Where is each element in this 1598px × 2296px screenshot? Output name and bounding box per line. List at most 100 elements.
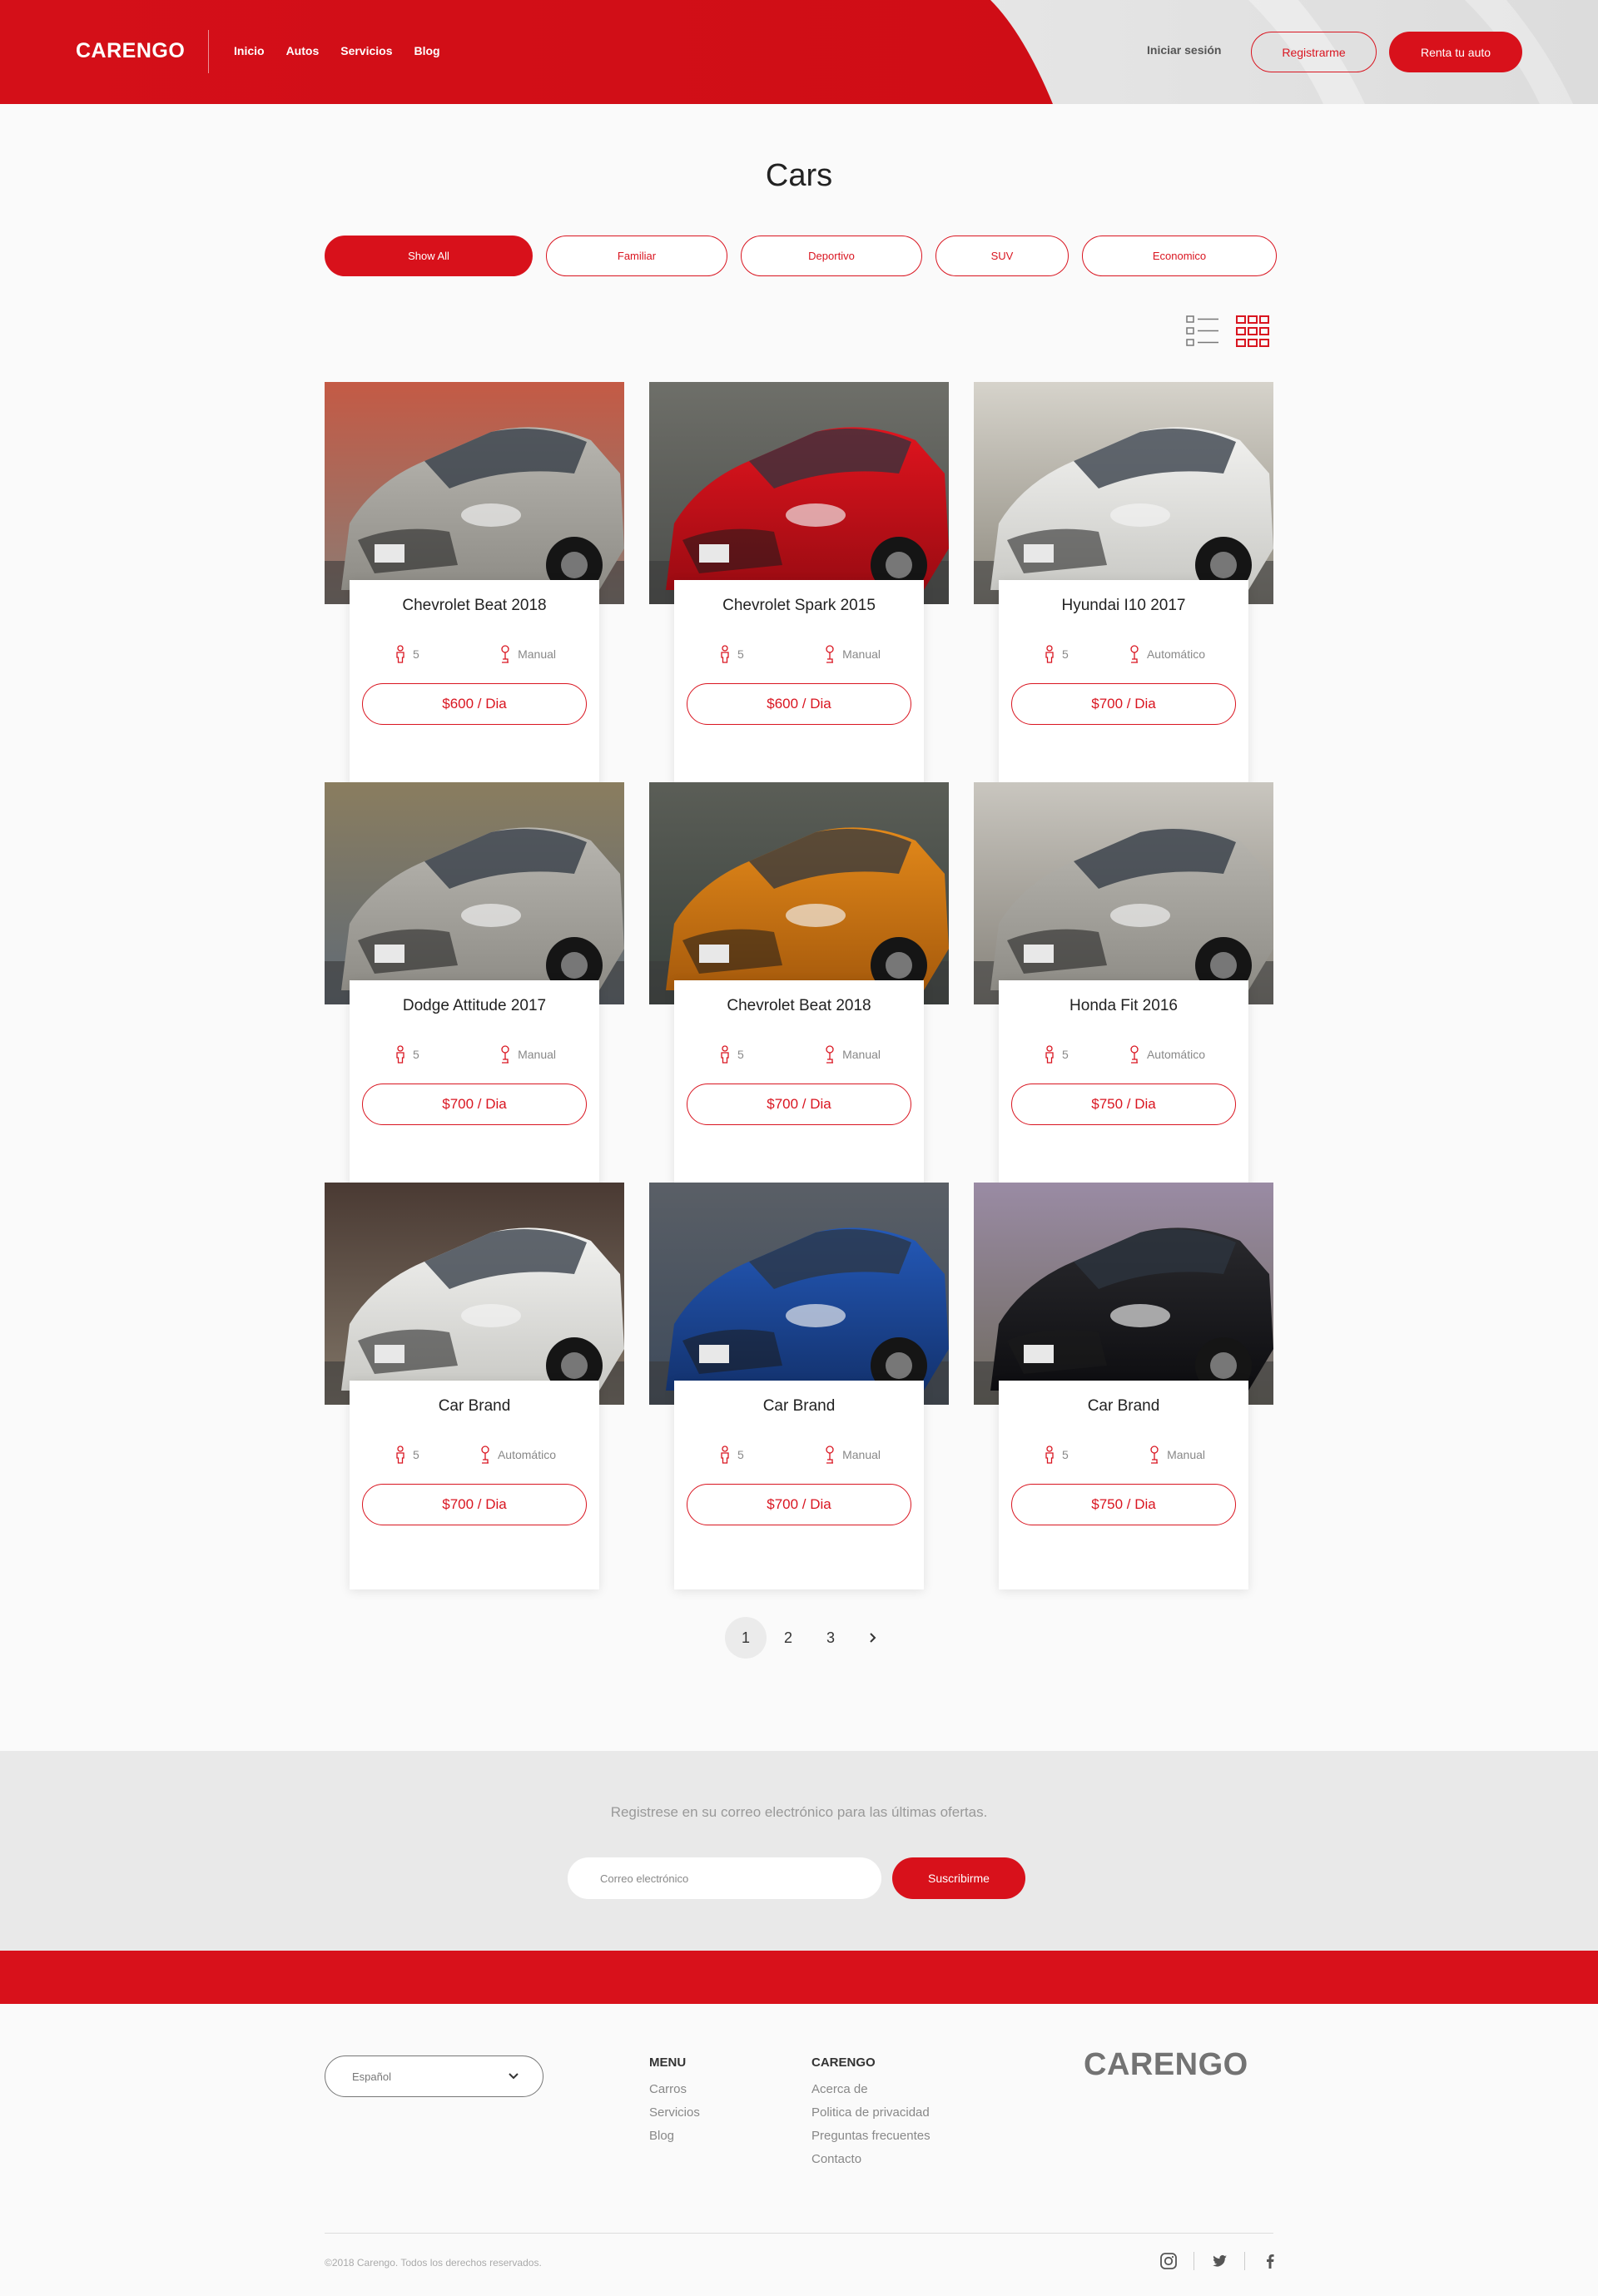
car-photo[interactable] [649, 1183, 949, 1405]
page-1[interactable]: 1 [725, 1617, 767, 1659]
gearshift-icon [826, 1045, 834, 1064]
seats-spec: 5 [719, 645, 744, 663]
seats-spec: 5 [1044, 1446, 1069, 1464]
car-image [974, 382, 1273, 604]
price-button[interactable]: $600 / Dia [362, 683, 587, 725]
transmission-spec: Manual [1149, 1446, 1205, 1464]
page-2[interactable]: 2 [767, 1617, 809, 1659]
price-button[interactable]: $600 / Dia [687, 683, 911, 725]
transmission-type: Manual [1167, 1448, 1205, 1461]
car-info: Chevrolet Spark 2015 5 Manual $600 / Dia [674, 580, 924, 789]
subscribe-button[interactable]: Suscribirme [892, 1857, 1025, 1899]
page-title: Cars [765, 158, 833, 193]
transmission-spec: Manual [499, 645, 556, 663]
person-icon [396, 1446, 404, 1464]
car-photo[interactable] [325, 382, 624, 604]
price-button[interactable]: $700 / Dia [687, 1484, 911, 1525]
price-button[interactable]: $750 / Dia [1011, 1084, 1236, 1125]
transmission-spec: Manual [824, 1446, 881, 1464]
site-header: CARENGO Inicio Autos Servicios Blog Inic… [0, 0, 1598, 104]
next-page-button[interactable] [852, 1617, 894, 1659]
page-3[interactable]: 3 [810, 1617, 851, 1659]
price-button[interactable]: $750 / Dia [1011, 1484, 1236, 1525]
rent-your-car-button[interactable]: Renta tu auto [1389, 32, 1522, 72]
instagram-icon[interactable] [1159, 2252, 1178, 2270]
header-logo[interactable]: CARENGO [76, 39, 185, 63]
footer-link-about[interactable]: Acerca de [811, 2078, 931, 2101]
nav-autos[interactable]: Autos [286, 44, 320, 57]
car-photo[interactable] [649, 782, 949, 1004]
twitter-icon[interactable] [1210, 2252, 1228, 2270]
social-divider [1244, 2252, 1245, 2270]
car-info: Chevrolet Beat 2018 5 Manual $600 / Dia [350, 580, 599, 789]
pagination: 1 2 3 [725, 1617, 894, 1659]
car-card[interactable]: Car Brand 5 Automático $700 / Dia [325, 1183, 624, 1589]
transmission-type: Manual [842, 647, 881, 661]
filter-deportivo[interactable]: Deportivo [741, 236, 922, 276]
nav-inicio[interactable]: Inicio [234, 44, 265, 57]
gearshift-icon [1130, 1045, 1139, 1064]
person-icon [721, 1446, 729, 1464]
seats-spec: 5 [1044, 1045, 1069, 1064]
footer-link-contact[interactable]: Contacto [811, 2148, 931, 2171]
main-nav: Inicio Autos Servicios Blog [234, 44, 440, 57]
price-button[interactable]: $700 / Dia [687, 1084, 911, 1125]
filter-economico[interactable]: Economico [1082, 236, 1277, 276]
footer-link-servicios[interactable]: Servicios [649, 2101, 700, 2125]
email-field[interactable] [568, 1857, 881, 1899]
car-info: Car Brand 5 Manual $700 / Dia [674, 1381, 924, 1589]
facebook-icon[interactable] [1261, 2252, 1279, 2270]
nav-blog[interactable]: Blog [414, 44, 440, 57]
price-button[interactable]: $700 / Dia [362, 1484, 587, 1525]
footer-link-privacy[interactable]: Politica de privacidad [811, 2101, 931, 2125]
nav-servicios[interactable]: Servicios [340, 44, 392, 57]
footer-logo[interactable]: CARENGO [1084, 2047, 1248, 2083]
price-button[interactable]: $700 / Dia [1011, 683, 1236, 725]
car-info: Honda Fit 2016 5 Automático $750 / Dia [999, 980, 1248, 1189]
footer-link-carros[interactable]: Carros [649, 2078, 700, 2101]
seats-spec: 5 [719, 1446, 744, 1464]
car-specs: 5 Automático [999, 1045, 1248, 1064]
car-photo[interactable] [974, 1183, 1273, 1405]
car-card[interactable]: Dodge Attitude 2017 5 Manual $700 / Dia [325, 782, 624, 1189]
filter-familiar[interactable]: Familiar [546, 236, 727, 276]
car-specs: 5 Manual [350, 645, 599, 663]
gearshift-icon [501, 645, 509, 663]
car-image [325, 1183, 624, 1405]
transmission-spec: Manual [824, 645, 881, 663]
price-button[interactable]: $700 / Dia [362, 1084, 587, 1125]
car-card[interactable]: Honda Fit 2016 5 Automático $750 / Dia [974, 782, 1273, 1189]
car-image [649, 782, 949, 1004]
car-specs: 5 Manual [999, 1446, 1248, 1464]
car-card[interactable]: Car Brand 5 Manual $700 / Dia [649, 1183, 949, 1589]
chevron-right-icon [870, 1633, 876, 1643]
register-button[interactable]: Registrarme [1251, 32, 1377, 72]
footer-link-faq[interactable]: Preguntas frecuentes [811, 2125, 931, 2148]
seats-spec: 5 [1044, 645, 1069, 663]
footer-link-blog[interactable]: Blog [649, 2125, 700, 2148]
car-info: Hyundai I10 2017 5 Automático $700 / Dia [999, 580, 1248, 789]
filter-show-all[interactable]: Show All [325, 236, 533, 276]
car-card[interactable]: Chevrolet Beat 2018 5 Manual $600 / Dia [325, 382, 624, 789]
car-photo[interactable] [325, 1183, 624, 1405]
car-info: Car Brand 5 Automático $700 / Dia [350, 1381, 599, 1589]
car-card[interactable]: Chevrolet Beat 2018 5 Manual $700 / Dia [649, 782, 949, 1189]
car-specs: 5 Automático [999, 645, 1248, 663]
filter-suv[interactable]: SUV [935, 236, 1069, 276]
login-link[interactable]: Iniciar sesión [1147, 43, 1221, 57]
car-photo[interactable] [649, 382, 949, 604]
car-card[interactable]: Car Brand 5 Manual $750 / Dia [974, 1183, 1273, 1589]
car-photo[interactable] [974, 782, 1273, 1004]
car-card[interactable]: Hyundai I10 2017 5 Automático $700 / Dia [974, 382, 1273, 789]
person-icon [721, 1045, 729, 1064]
car-card[interactable]: Chevrolet Spark 2015 5 Manual $600 / Dia [649, 382, 949, 789]
car-photo[interactable] [974, 382, 1273, 604]
list-view-icon[interactable] [1186, 315, 1219, 348]
language-select[interactable]: Español [325, 2055, 543, 2097]
grid-view-icon[interactable] [1236, 315, 1269, 348]
category-filters: Show All Familiar Deportivo SUV Economic… [325, 236, 1277, 276]
car-photo[interactable] [325, 782, 624, 1004]
seats-count: 5 [737, 647, 744, 661]
car-specs: 5 Automático [350, 1446, 599, 1464]
seats-spec: 5 [719, 1045, 744, 1064]
